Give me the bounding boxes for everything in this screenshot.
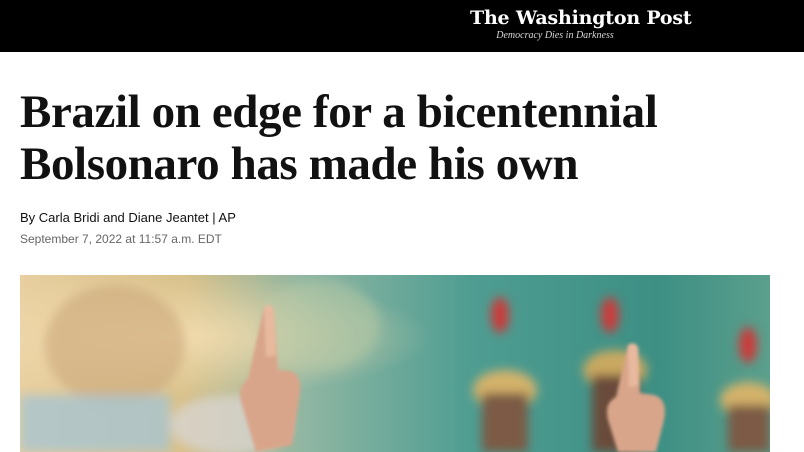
publish-date: September 7, 2022 at 11:57 a.m. EDT [20,232,222,246]
masthead: The Washington Post Democracy Dies in Da… [0,0,804,52]
author-link-carla-bridi[interactable]: Carla Bridi [39,210,100,225]
author-link-diane-jeantet[interactable]: Diane Jeantet [128,210,208,225]
byline-prefix: By [20,210,39,225]
byline-and: and [99,210,129,225]
article-headline: Brazil on edge for a bicentennial Bolson… [20,86,790,190]
logo-wordmark: The Washington Post [470,7,692,29]
lead-photo-graphic [20,275,770,452]
washington-post-logo[interactable]: The Washington Post Democracy Dies in Da… [470,6,692,42]
headline-line-2: Bolsonaro has made his own [20,138,579,190]
lead-photo [20,275,770,452]
headline-line-1: Brazil on edge for a bicentennial [20,86,658,138]
byline: By Carla Bridi and Diane Jeantet | AP [20,210,236,225]
byline-source: AP [218,210,236,225]
logo-tagline: Democracy Dies in Darkness [496,30,614,41]
byline-separator: | [208,210,219,225]
